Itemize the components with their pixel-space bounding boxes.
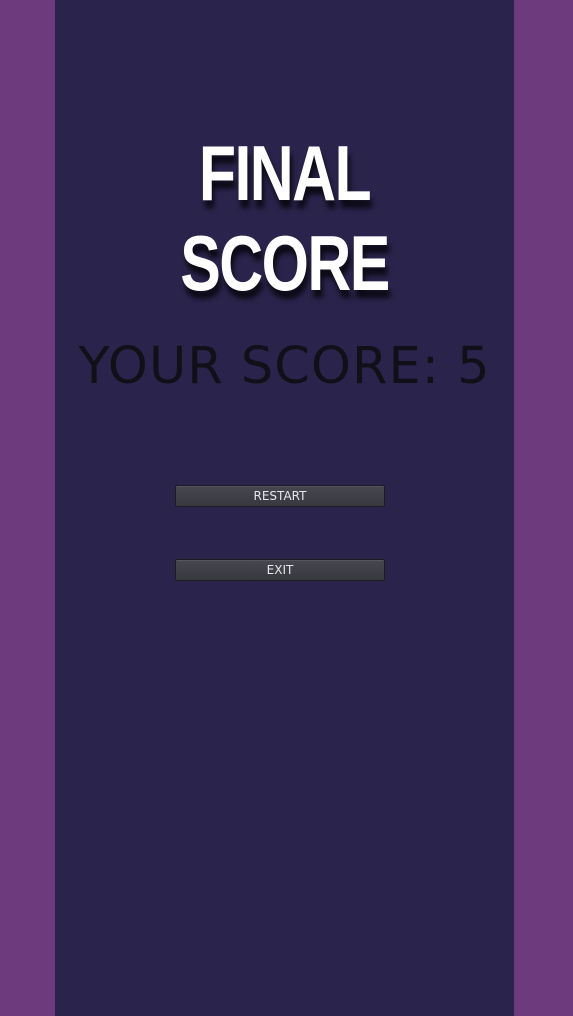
final-score-title: FINAL SCORE bbox=[180, 129, 390, 307]
restart-button[interactable]: RESTART bbox=[175, 485, 385, 507]
exit-button[interactable]: EXIT bbox=[175, 559, 385, 581]
right-side-bar bbox=[514, 0, 573, 1016]
game-over-screen: FINAL SCORE YOUR SCORE: 5 RESTART EXIT bbox=[0, 0, 573, 1016]
left-side-bar bbox=[0, 0, 55, 1016]
game-area: FINAL SCORE YOUR SCORE: 5 RESTART EXIT bbox=[55, 0, 514, 1016]
your-score-text: YOUR SCORE: 5 bbox=[78, 337, 491, 396]
